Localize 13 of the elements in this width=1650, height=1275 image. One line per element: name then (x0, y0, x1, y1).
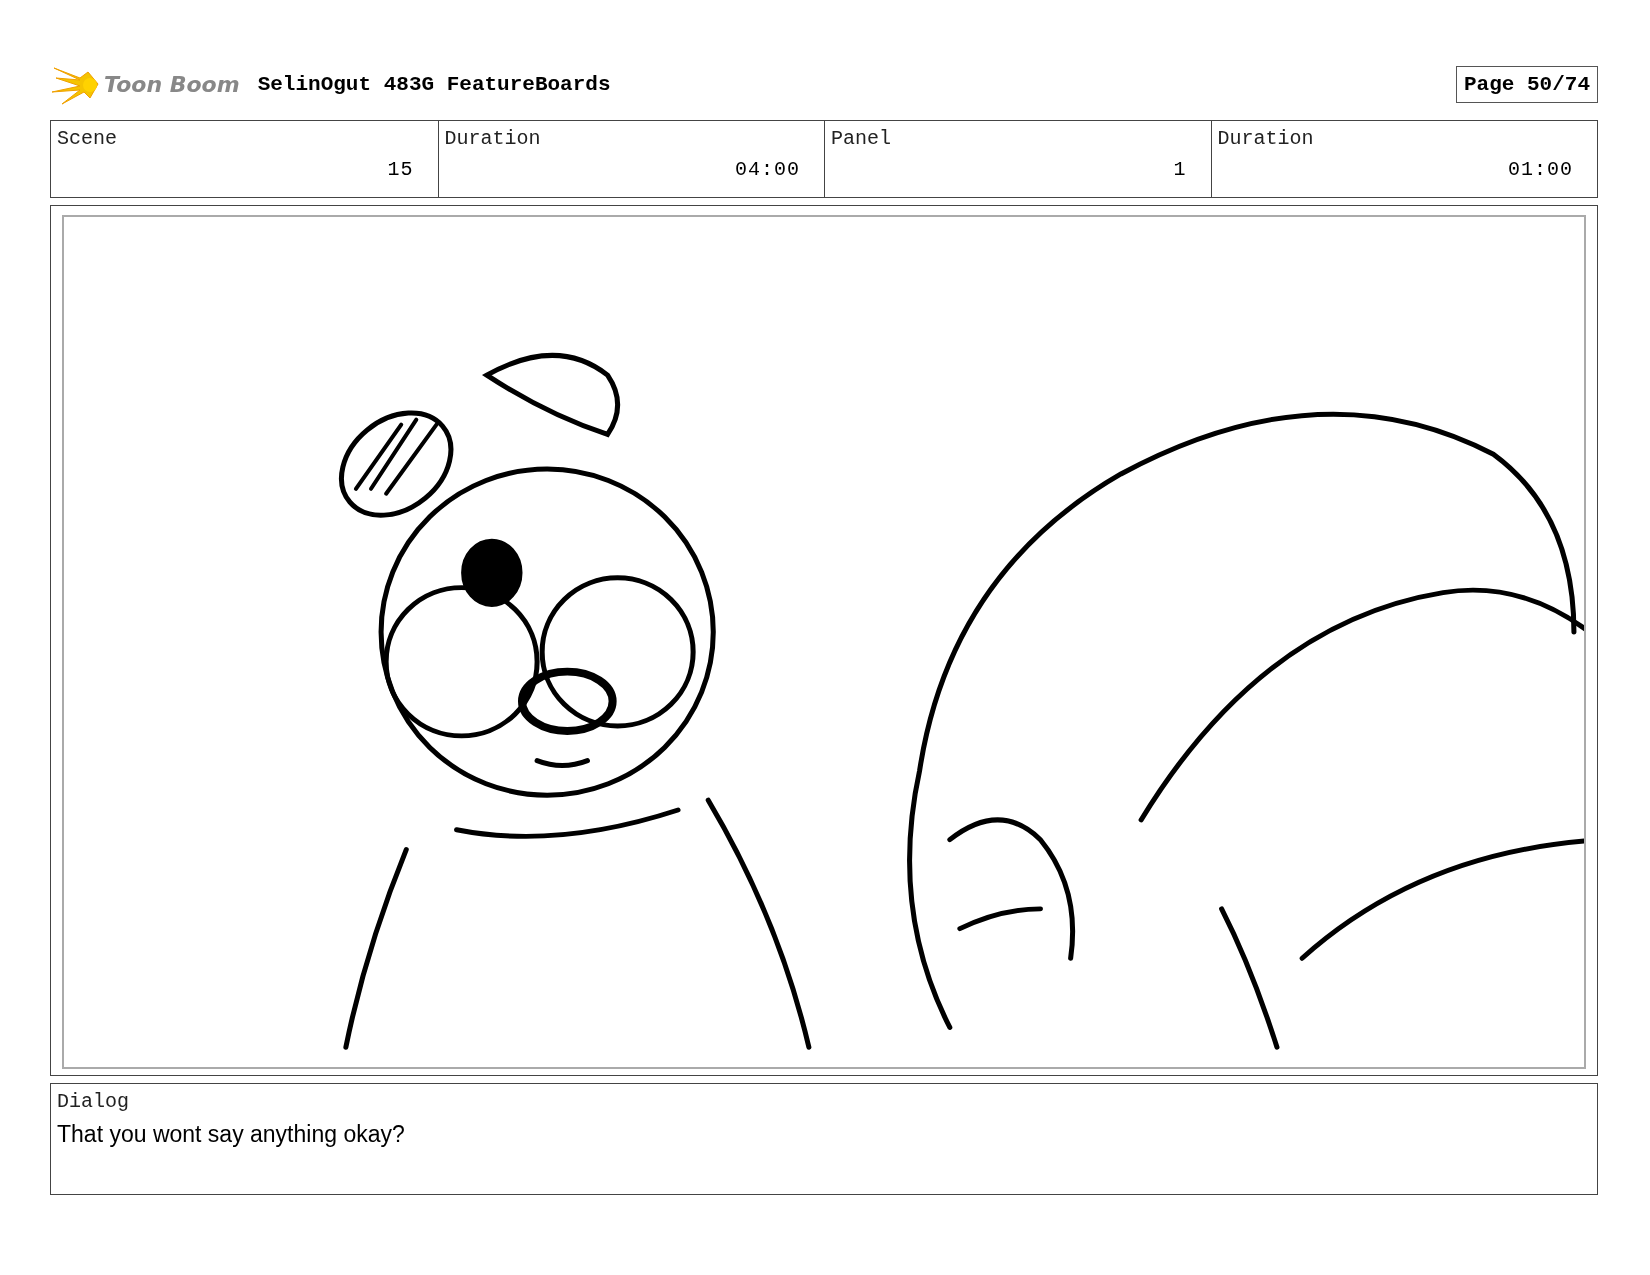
field-label: Panel (831, 127, 891, 150)
logo-text: Toon Boom (104, 71, 240, 97)
dialog-label: Dialog (57, 1090, 130, 1113)
project-title: SelinOgut 483G FeatureBoards (257, 72, 611, 96)
page-number: Page 50/74 (1455, 65, 1598, 103)
field-value: 04:00 (735, 158, 800, 181)
field-value: 1 (1173, 158, 1187, 181)
field-label: Scene (57, 127, 117, 150)
field-value: 01:00 (1508, 158, 1573, 181)
field-label: Duration (444, 127, 541, 150)
field-label: Duration (1217, 127, 1314, 150)
dialog-text: That you wont say anything okay? (57, 1121, 406, 1148)
field-value: 15 (387, 158, 414, 181)
